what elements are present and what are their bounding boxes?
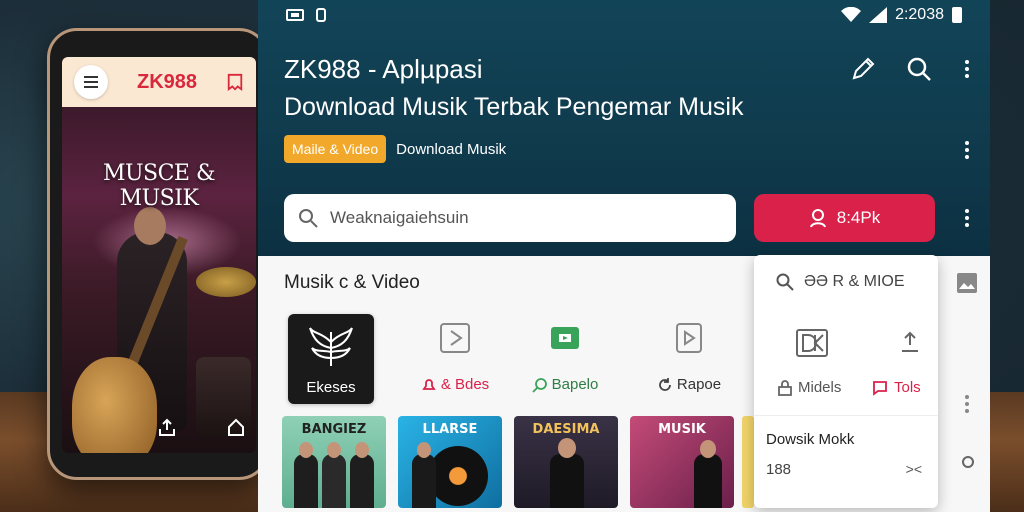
thumbnail-person: [322, 454, 346, 508]
thumbnail-title: DAESIMA: [532, 422, 600, 437]
chat-icon: [873, 380, 887, 396]
more-options-icon[interactable]: [960, 57, 974, 81]
thumbnail-card[interactable]: LLARSE: [398, 416, 502, 508]
dk-logo-icon[interactable]: [796, 329, 828, 357]
document-play-icon: [676, 323, 702, 353]
status-bar: 2:2038: [258, 0, 990, 30]
signal-icon: [869, 7, 888, 23]
dropdown-action[interactable]: ><: [906, 461, 922, 477]
dropdown-item-tols[interactable]: Tols: [872, 379, 921, 396]
app-title: ZK988 - Aplµpasi: [284, 54, 483, 84]
thumbnail-head: [417, 442, 431, 458]
bookmark-icon[interactable]: [226, 73, 244, 91]
dropdown-search-label: ƏƏ R & MIOE: [804, 273, 905, 290]
category-bdes[interactable]: & Bdes: [410, 322, 500, 393]
search-more-icon[interactable]: [960, 206, 974, 230]
category-chip[interactable]: Maile & Video: [284, 135, 387, 163]
dropdown-item-label: Midels: [798, 379, 842, 396]
dropdown-item-midels[interactable]: Midels: [778, 379, 841, 396]
image-icon[interactable]: [956, 272, 978, 294]
guitar-body: [72, 357, 157, 453]
dropdown-divider: [754, 415, 938, 416]
home-icon[interactable]: [226, 417, 246, 437]
thumbnail-person: [294, 454, 318, 508]
hamburger-menu-icon[interactable]: [74, 65, 108, 99]
phone-brand: ZK988: [136, 70, 198, 93]
dropdown-menu: ƏƏ R & MIOE Midels Tols Dowsik Mokk 188 …: [754, 255, 938, 508]
share-icon[interactable]: [157, 417, 177, 437]
status-time: 2:2038: [895, 6, 944, 23]
edit-icon[interactable]: [848, 54, 878, 84]
notification-icon: [286, 9, 304, 21]
thumbnail-person: [550, 454, 584, 508]
phone-screen: ZK988 MUSCE & MUSIK: [62, 57, 256, 453]
drum-cymbal: [196, 267, 256, 297]
side-more-icon[interactable]: [960, 392, 974, 416]
wings-icon: [309, 327, 353, 366]
app-window: 2:2038 ZK988 - Aplµpasi Download Musik T…: [258, 0, 990, 512]
category-label: Ekeses: [306, 379, 356, 396]
green-video-icon: [551, 327, 579, 349]
battery-icon: [952, 7, 962, 23]
thumbnail-person: [412, 454, 436, 508]
thumbnail-title: MUSIK: [658, 422, 706, 437]
category-label: & Bdes: [440, 376, 490, 393]
play-square-icon: [440, 323, 470, 353]
search-icon: [532, 377, 547, 393]
chip-more-icon[interactable]: [960, 138, 974, 162]
thumbnail-head: [299, 442, 313, 458]
login-button[interactable]: 8:4Pk: [754, 194, 935, 242]
circle-icon[interactable]: [962, 456, 974, 468]
thumbnail-head: [327, 442, 341, 458]
chip-row: Maile & Video Download Musik: [284, 135, 506, 163]
vinyl-record: [428, 446, 488, 506]
dropdown-count: 188: [766, 461, 792, 478]
category-rapoe[interactable]: Rapoe: [644, 322, 734, 393]
thumbnail-head: [558, 438, 576, 458]
category-tile-ekeses[interactable]: Ekeses: [288, 314, 374, 404]
thumbnail-title: LLARSE: [422, 422, 478, 437]
dropdown-item-label: Tols: [894, 379, 921, 396]
search-input[interactable]: [330, 208, 722, 228]
search-field[interactable]: [284, 194, 736, 242]
thumbnail-partial[interactable]: [742, 416, 754, 508]
thumbnail-card[interactable]: BANGIEZ: [282, 416, 386, 508]
header-actions: [848, 54, 974, 84]
upload-icon[interactable]: [900, 331, 920, 355]
thumbnail-person: [694, 454, 722, 508]
phone-header: ZK988: [62, 57, 256, 107]
refresh-icon: [659, 377, 671, 391]
dropdown-search[interactable]: ƏƏ R & MIOE: [776, 273, 905, 291]
login-button-label: 8:4Pk: [836, 208, 881, 227]
category-label: Bapelo: [551, 376, 599, 393]
phone-mockup: ZK988 MUSCE & MUSIK: [47, 28, 269, 480]
search-field-icon: [299, 209, 318, 228]
thumbnail-row: BANGIEZ LLARSE DAESIMA MUSIK: [282, 416, 734, 508]
thumbnail-card[interactable]: DAESIMA: [514, 416, 618, 508]
dropdown-title: Dowsik Mokk: [766, 431, 855, 448]
user-icon: [809, 209, 826, 228]
chip-description: Download Musik: [396, 140, 507, 158]
thumbnail-head: [700, 440, 716, 458]
musician-head: [134, 207, 166, 245]
thumbnail-person: [350, 454, 374, 508]
search-icon: [776, 273, 794, 291]
search-icon[interactable]: [904, 54, 934, 84]
category-bapelo[interactable]: Bapelo: [520, 322, 610, 393]
phone-hero-title: MUSCE & MUSIK: [102, 161, 216, 211]
thumbnail-title: BANGIEZ: [301, 422, 367, 437]
sim-icon: [316, 8, 326, 22]
bell-icon: [422, 378, 436, 390]
thumbnail-card[interactable]: MUSIK: [630, 416, 734, 508]
wifi-icon: [841, 7, 862, 22]
app-subtitle: Download Musik Terbak Pengemar Musik: [284, 93, 744, 121]
section-title: Musik c & Video: [284, 272, 420, 293]
lock-icon: [778, 379, 792, 396]
thumbnail-head: [355, 442, 369, 458]
category-label: Rapoe: [676, 376, 722, 393]
